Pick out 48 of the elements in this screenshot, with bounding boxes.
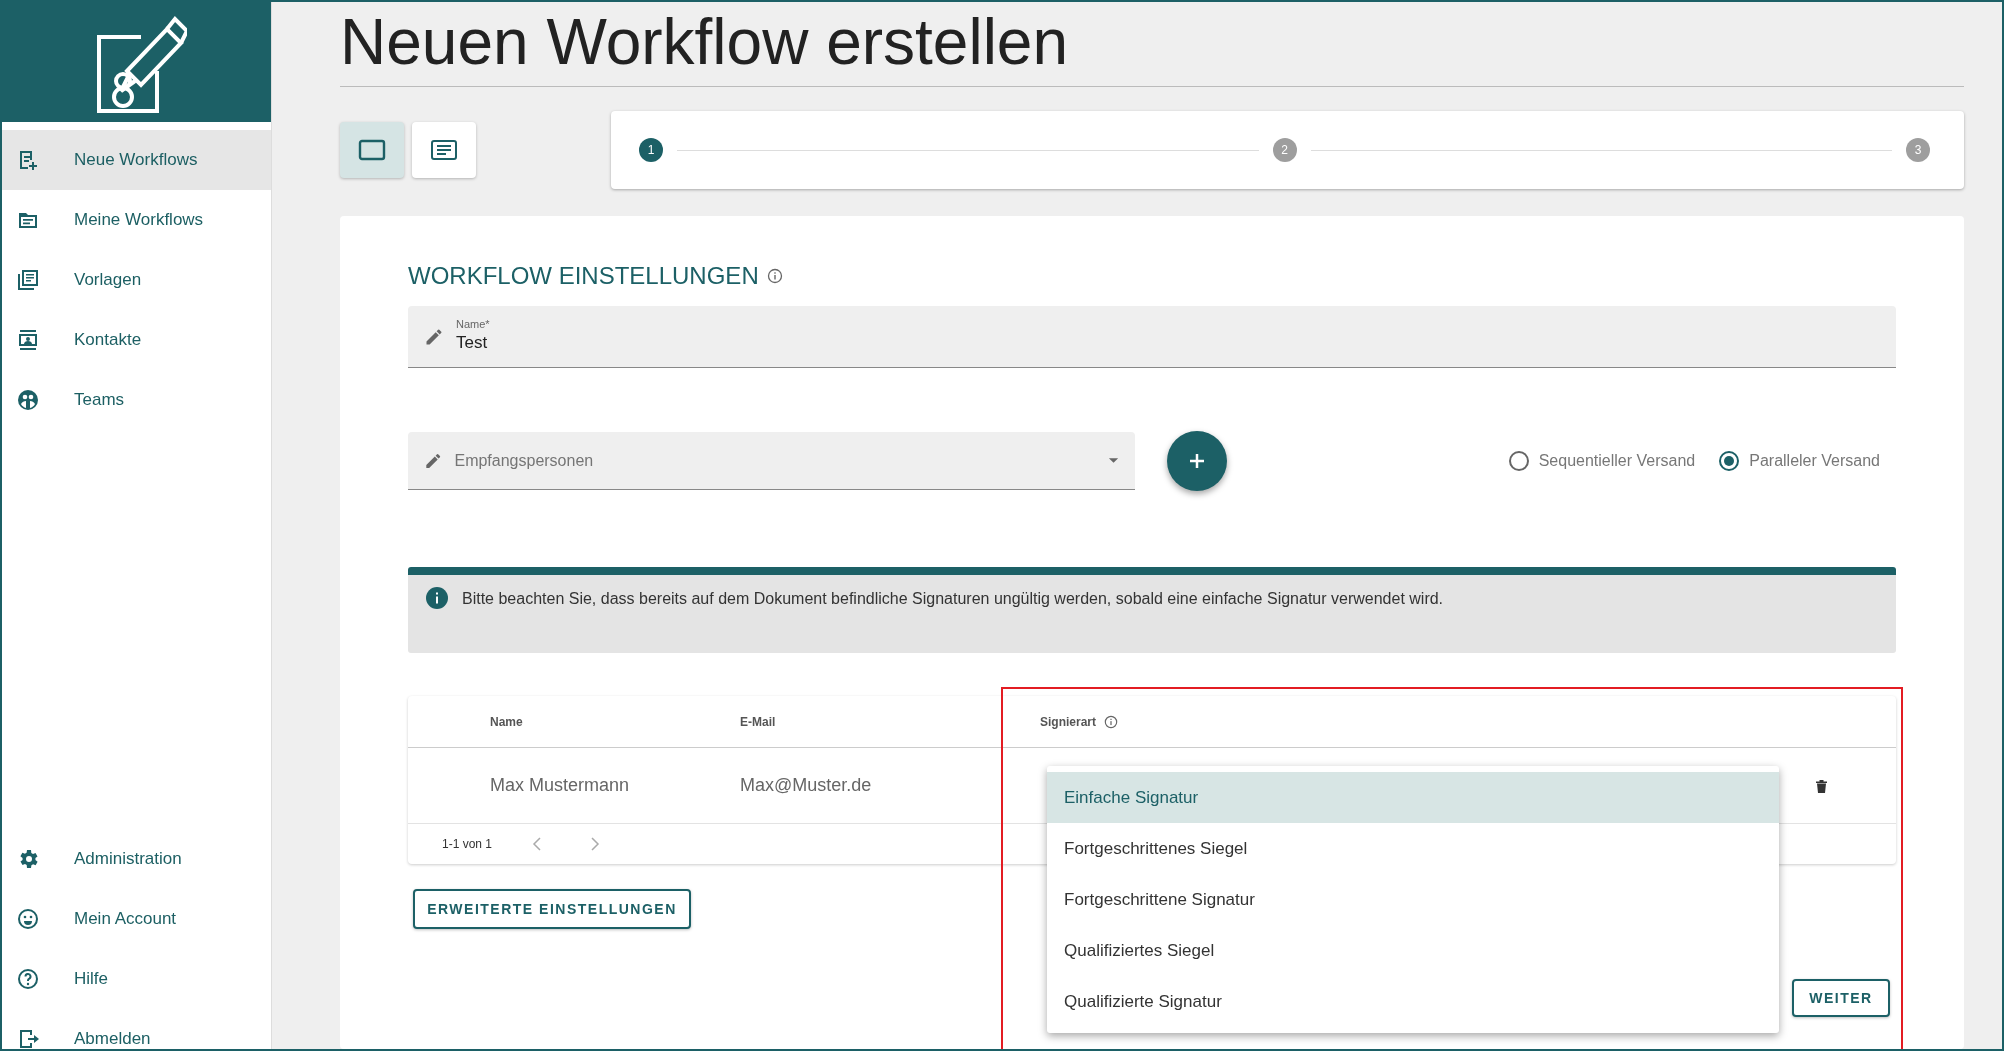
info-icon: [766, 268, 783, 284]
radio-option[interactable]: Sequentieller Versand: [1508, 449, 1696, 473]
section-title: WORKFLOW EINSTELLUNGEN: [408, 261, 759, 291]
field-label: Name*: [456, 317, 491, 330]
documents-icon: [16, 268, 40, 292]
table-cell: Max@Muster.de: [740, 775, 872, 795]
sidebar-item[interactable]: Meine Workflows: [2, 190, 271, 250]
sidebar-item[interactable]: Hilfe: [2, 949, 271, 1009]
team-icon: [16, 388, 40, 412]
info-icon: [1104, 714, 1118, 729]
next-button[interactable]: WEITER: [1792, 979, 1890, 1017]
sidebar-item[interactable]: Administration: [2, 829, 271, 889]
trash-icon[interactable]: [1816, 779, 1827, 793]
recipients-dropdown[interactable]: Empfangspersonen: [408, 432, 1135, 490]
menu-option[interactable]: Qualifizierte Signatur: [1047, 976, 1779, 1027]
column-header: Name: [490, 713, 523, 731]
sidebar-item[interactable]: Abmelden: [2, 1009, 271, 1049]
add-button[interactable]: [1167, 431, 1227, 491]
menu-option[interactable]: Fortgeschrittene Signatur: [1047, 874, 1779, 925]
plus-icon: [1187, 451, 1207, 471]
table-cell: Max Mustermann: [490, 775, 630, 795]
menu-option[interactable]: Fortgeschrittenes Siegel: [1047, 823, 1779, 874]
view-toggle-button[interactable]: [412, 122, 476, 178]
name-field[interactable]: Name* Test: [408, 306, 1896, 368]
caret-icon: [1107, 456, 1119, 465]
page-title: Neuen Workflow erstellen: [340, 2, 1964, 87]
smiley-icon: [16, 907, 40, 931]
menu-option[interactable]: Qualifiziertes Siegel: [1047, 925, 1779, 976]
sidebar-item[interactable]: Teams: [2, 370, 271, 430]
column-header: E-Mail: [740, 713, 776, 731]
sidebar-item[interactable]: Kontakte: [2, 310, 271, 370]
pagination-text: 1-1 von 1: [442, 836, 493, 853]
contact-card-icon: [16, 328, 40, 352]
menu-option[interactable]: Einfache Signatur: [1047, 772, 1779, 823]
name-field[interactable]: Test: [456, 329, 1880, 356]
alert-text: Bitte beachten Sie, dass bereits auf dem Dokument befindliche Signaturen ungültig werden, sobald eine einfache Signatur verwendet wird.: [462, 589, 1444, 609]
step-number[interactable]: 1: [639, 138, 663, 162]
advanced-settings-button[interactable]: ERWEITERTE EINSTELLUNGEN: [413, 889, 691, 929]
pencil-icon: [424, 326, 444, 347]
sidebar-item[interactable]: Vorlagen: [2, 250, 271, 310]
recipients-field[interactable]: Empfangspersonen: [454, 448, 1096, 473]
radio-option[interactable]: Paralleler Versand: [1719, 449, 1880, 473]
sidebar-item[interactable]: Mein Account: [2, 889, 271, 949]
column-header: Signierart: [1040, 713, 1096, 731]
help-icon: [16, 967, 40, 991]
sidebar-item[interactable]: Neue Workflows: [2, 130, 271, 190]
info-icon: [426, 587, 448, 609]
view-toggle-button[interactable]: [340, 122, 404, 178]
